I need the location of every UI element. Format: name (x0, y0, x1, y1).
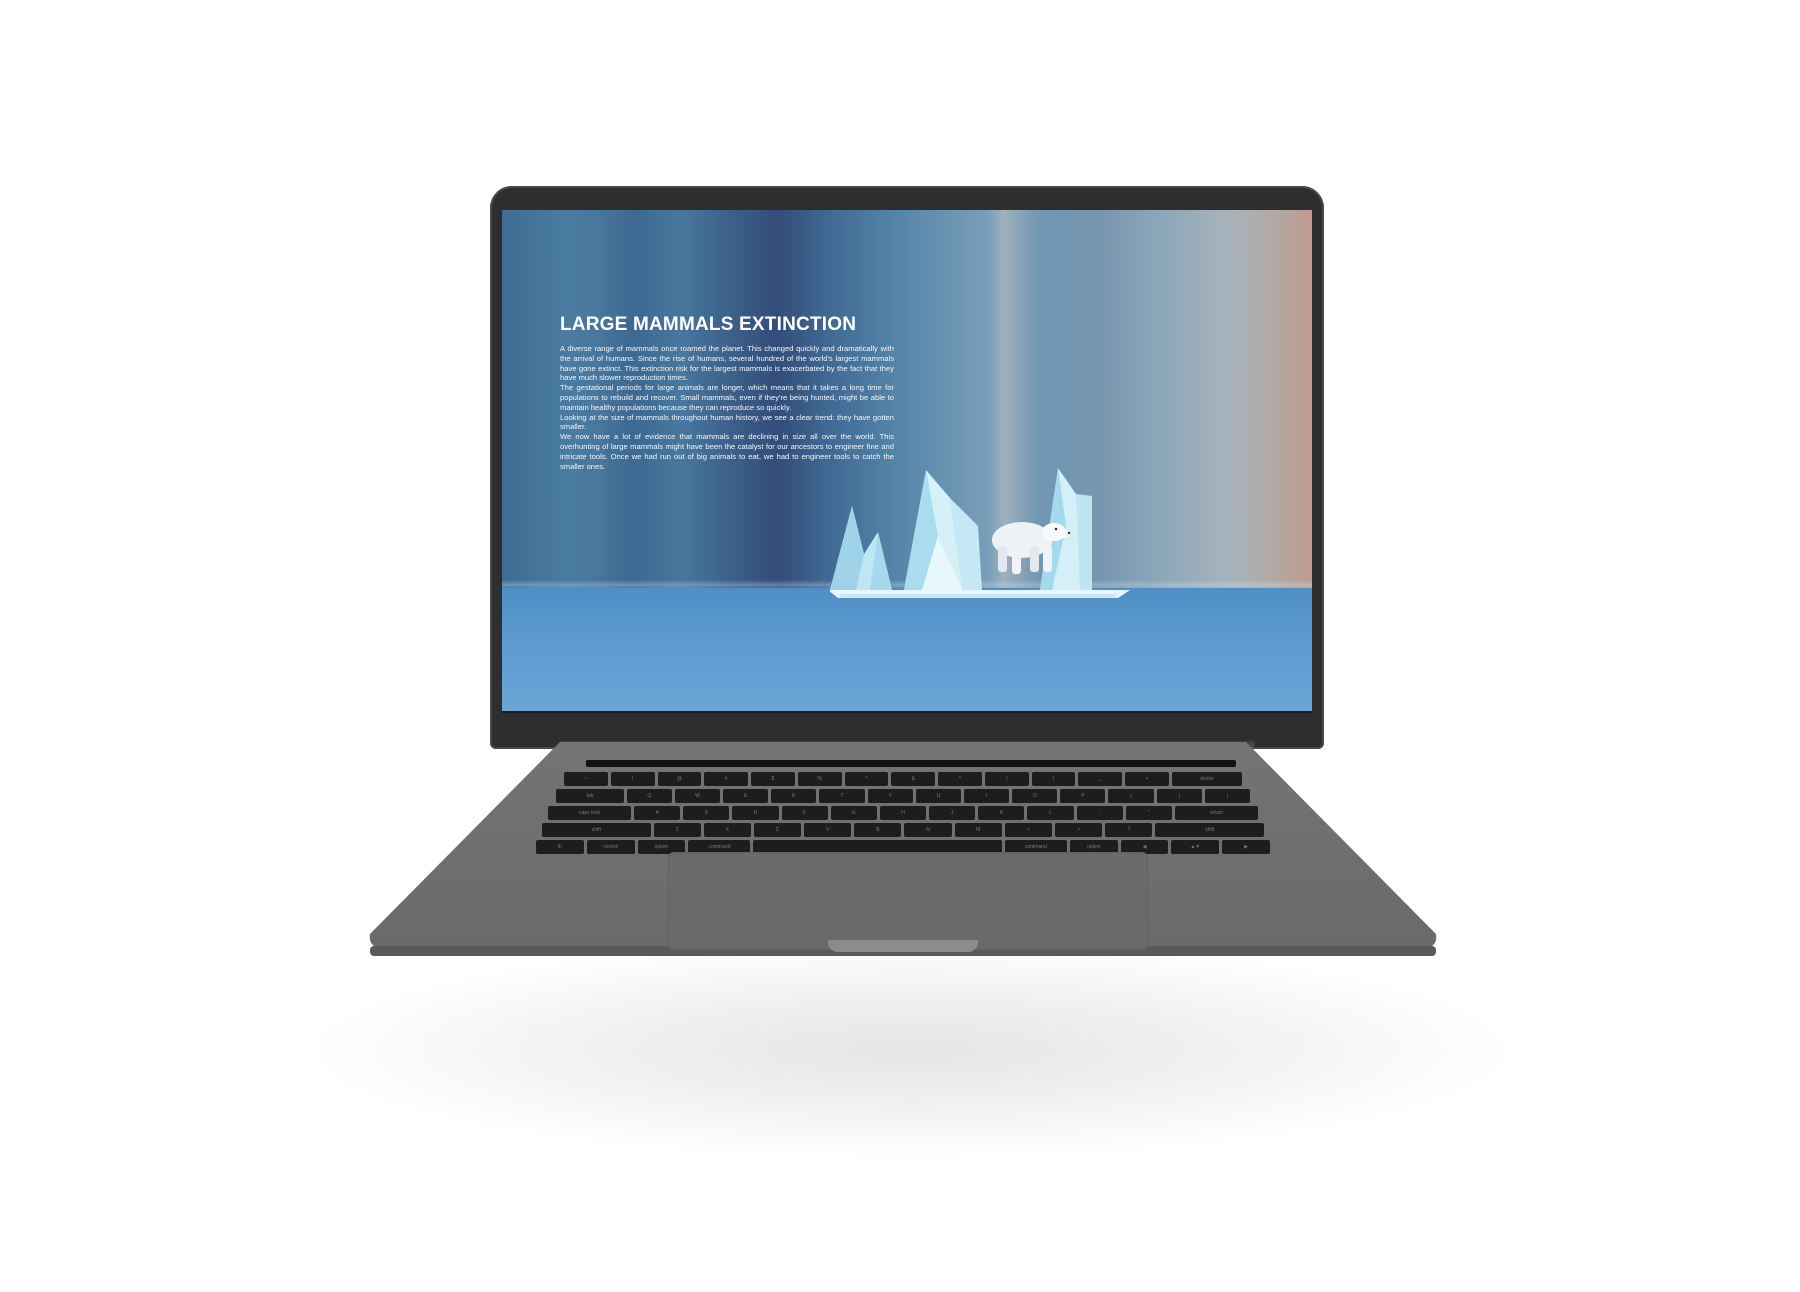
key[interactable]: } (1156, 789, 1202, 803)
article-title: LARGE MAMMALS EXTINCTION (560, 314, 857, 335)
lid-opening-notch (828, 940, 978, 952)
key[interactable]: N (904, 823, 952, 837)
key[interactable]: X (703, 823, 751, 837)
article-paragraph: A diverse range of mammals once roamed t… (560, 344, 894, 383)
key[interactable]: M (954, 823, 1002, 837)
key[interactable]: & (891, 772, 936, 786)
trackpad[interactable] (668, 852, 1148, 950)
caps-lock-key[interactable]: caps lock (548, 806, 632, 820)
key[interactable]: L (1027, 806, 1074, 820)
fn-key[interactable]: fn (536, 840, 584, 854)
arrow-right-key[interactable]: ▶ (1222, 840, 1270, 854)
control-key[interactable]: control (586, 840, 635, 854)
key[interactable]: R (771, 789, 817, 803)
key[interactable]: P (1060, 789, 1106, 803)
key[interactable]: % (797, 772, 842, 786)
key[interactable]: E (723, 789, 769, 803)
shift-key-right[interactable]: shift (1155, 823, 1264, 837)
key-row-bottom: shift Z X C V B N M < > ? shift (542, 823, 1264, 837)
key[interactable]: { (1108, 789, 1154, 803)
arrow-up-down-key[interactable]: ▲▼ (1171, 840, 1220, 854)
shift-key[interactable]: shift (542, 823, 651, 837)
key[interactable]: S (683, 806, 730, 820)
laptop-lid: LARGE MAMMALS EXTINCTION A diverse range… (490, 186, 1324, 749)
laptop-shadow (300, 940, 1520, 1160)
key[interactable]: B (854, 823, 902, 837)
key[interactable]: ? (1105, 823, 1153, 837)
key[interactable]: + (1125, 772, 1169, 786)
key[interactable]: > (1055, 823, 1103, 837)
key[interactable]: T (819, 789, 865, 803)
key[interactable]: K (978, 806, 1025, 820)
key[interactable]: ) (1031, 772, 1076, 786)
key[interactable]: J (929, 806, 976, 820)
article-paragraph: The gestational periods for large animal… (560, 383, 894, 412)
key[interactable]: ^ (844, 772, 889, 786)
key[interactable]: V (804, 823, 852, 837)
key[interactable]: _ (1078, 772, 1123, 786)
screen-bottom-edge (502, 711, 1312, 713)
key[interactable]: # (704, 772, 749, 786)
sea (502, 588, 1312, 713)
laptop-screen: LARGE MAMMALS EXTINCTION A diverse range… (502, 210, 1312, 713)
key[interactable]: < (1004, 823, 1053, 837)
key[interactable]: " (1125, 806, 1172, 820)
keyboard: ~ ! @ # $ % ^ & * ( ) _ + delete tab Q W… (536, 760, 1270, 854)
key[interactable]: Z (653, 823, 701, 837)
key[interactable]: W (674, 789, 721, 803)
delete-key[interactable]: delete (1171, 772, 1242, 786)
key[interactable]: H (879, 806, 927, 820)
return-key[interactable]: return (1174, 806, 1259, 820)
key[interactable]: ! (610, 772, 655, 786)
key[interactable]: Q (626, 789, 672, 803)
article: LARGE MAMMALS EXTINCTION A diverse range… (560, 314, 894, 471)
key[interactable]: ~ (564, 772, 608, 786)
key[interactable]: $ (751, 772, 795, 786)
key-row-numbers: ~ ! @ # $ % ^ & * ( ) _ + delete (564, 772, 1242, 786)
key-row-home: caps lock A S D F G H J K L : " return (548, 806, 1259, 820)
key[interactable]: : (1076, 806, 1123, 820)
key[interactable]: I (963, 789, 1010, 803)
key[interactable]: | (1204, 789, 1250, 803)
touch-bar[interactable] (586, 760, 1236, 767)
laptop-base: ~ ! @ # $ % ^ & * ( ) _ + delete tab Q W… (368, 742, 1438, 964)
key[interactable]: A (634, 806, 681, 820)
key[interactable]: O (1012, 789, 1058, 803)
key[interactable]: C (753, 823, 802, 837)
key[interactable]: F (781, 806, 828, 820)
key[interactable]: Y (867, 789, 913, 803)
tab-key[interactable]: tab (556, 789, 624, 803)
article-paragraph: Looking at the size of mammals throughou… (560, 412, 894, 432)
key[interactable]: G (830, 806, 877, 820)
iceberg-polar-bear-icon (830, 468, 1130, 598)
key[interactable]: ( (984, 772, 1029, 786)
key[interactable]: U (915, 789, 961, 803)
key[interactable]: D (732, 806, 779, 820)
key[interactable]: @ (657, 772, 702, 786)
key[interactable]: * (938, 772, 982, 786)
key-row-top: tab Q W E R T Y U I O P { } | (556, 789, 1250, 803)
